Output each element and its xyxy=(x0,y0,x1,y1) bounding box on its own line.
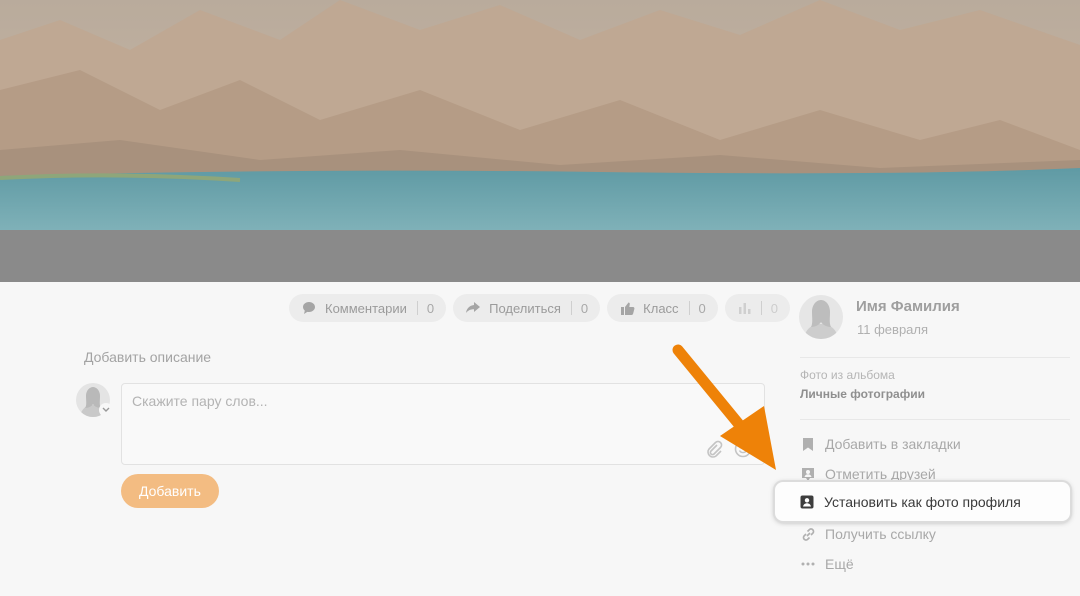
divider xyxy=(800,419,1070,420)
photo-footer-bar xyxy=(0,230,1080,282)
profile-card-icon xyxy=(799,494,815,510)
highlighted-menu-item: Установить как фото профиля xyxy=(775,482,1070,521)
more-dots-icon xyxy=(800,556,816,572)
menu-item-more[interactable]: Ещё xyxy=(800,553,854,575)
like-count: 0 xyxy=(698,300,706,316)
photo-image xyxy=(0,0,1080,230)
share-label: Поделиться xyxy=(489,300,561,316)
menu-item-label: Отметить друзей xyxy=(825,466,936,482)
divider xyxy=(800,357,1070,358)
bookmark-icon xyxy=(800,436,816,452)
divider xyxy=(416,301,418,315)
album-name-link[interactable]: Личные фотографии xyxy=(800,387,925,401)
divider xyxy=(760,301,762,315)
author-name[interactable]: Имя Фамилия xyxy=(856,298,960,315)
menu-item-label: Установить как фото профиля xyxy=(824,494,1021,510)
comments-button[interactable]: Комментарии 0 xyxy=(289,294,447,322)
comments-label: Комментарии xyxy=(325,300,407,316)
like-label: Класс xyxy=(643,300,679,316)
share-arrow-icon xyxy=(465,300,481,316)
tag-person-icon xyxy=(800,466,816,482)
photo-actions: Комментарии 0 Поделиться 0 Класс 0 0 xyxy=(289,294,791,322)
menu-item-bookmark[interactable]: Добавить в закладки xyxy=(800,433,961,455)
bar-chart-icon xyxy=(737,300,753,316)
comments-count: 0 xyxy=(426,300,435,316)
add-description-link[interactable]: Добавить описание xyxy=(84,349,211,365)
orange-arrow-icon xyxy=(672,344,776,470)
menu-item-get-link[interactable]: Получить ссылку xyxy=(800,523,936,545)
album-label: Фото из альбома xyxy=(800,368,895,382)
chevron-down-icon[interactable] xyxy=(99,403,113,417)
stats-count: 0 xyxy=(770,300,779,316)
divider xyxy=(688,301,690,315)
menu-item-set-profile-photo[interactable]: Установить как фото профиля xyxy=(799,491,1021,513)
menu-item-label: Добавить в закладки xyxy=(825,436,961,452)
comment-icon xyxy=(301,300,317,316)
share-button[interactable]: Поделиться 0 xyxy=(453,294,601,322)
post-date: 11 февраля xyxy=(857,322,929,337)
menu-item-label: Получить ссылку xyxy=(825,526,936,542)
divider xyxy=(570,301,572,315)
comment-input[interactable] xyxy=(132,393,732,433)
link-icon xyxy=(800,526,816,542)
thumbs-up-icon xyxy=(619,300,635,316)
author-avatar[interactable] xyxy=(799,295,843,339)
menu-item-label: Ещё xyxy=(825,556,854,572)
stats-button[interactable]: 0 xyxy=(724,294,791,322)
like-button[interactable]: Класс 0 xyxy=(607,294,718,322)
share-count: 0 xyxy=(580,300,589,316)
add-comment-button[interactable]: Добавить xyxy=(121,474,219,508)
